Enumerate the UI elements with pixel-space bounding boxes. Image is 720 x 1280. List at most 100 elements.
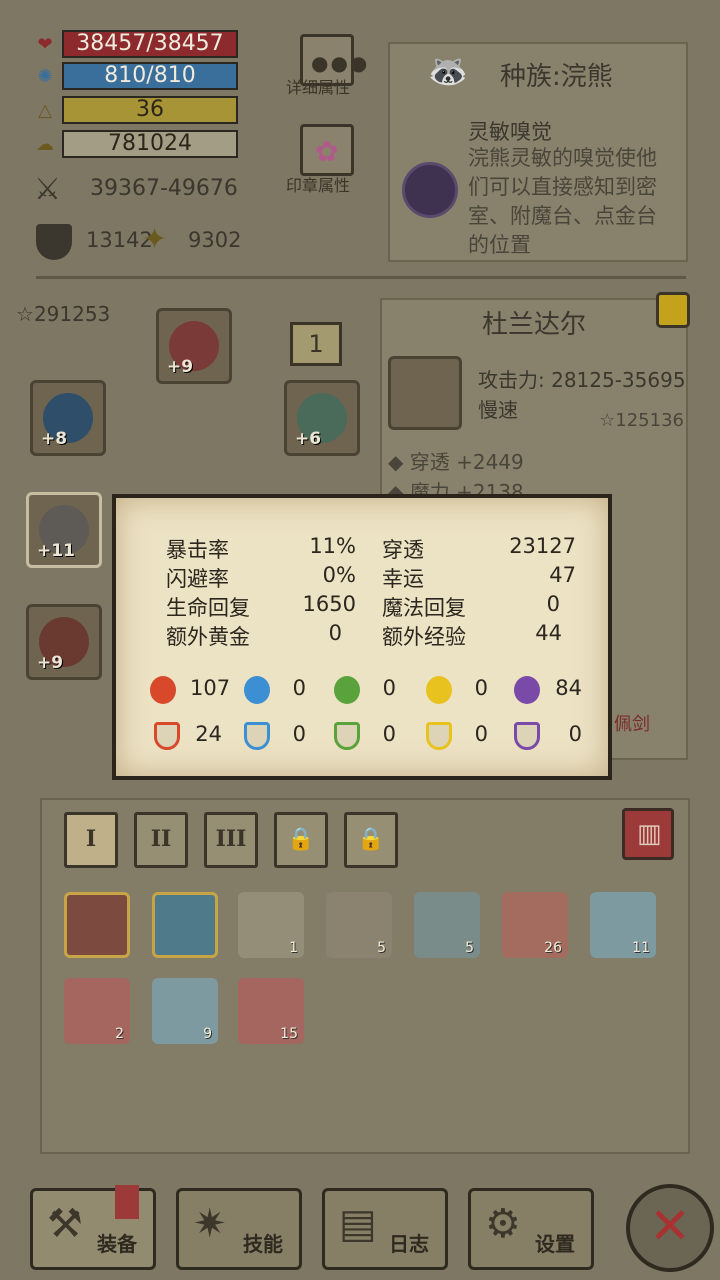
equip-slot-weapon[interactable]: +11 <box>26 492 102 568</box>
inventory-item[interactable]: 1 <box>238 892 304 958</box>
gold-icon: ☁ <box>36 134 54 155</box>
race-skill-desc: 浣熊灵敏的嗅觉使他 们可以直接感知到密 室、附魔台、点金台 的位置 <box>468 144 657 260</box>
fire-resist-icon <box>154 722 180 750</box>
detail-attr-label: 详细属性 <box>286 78 351 97</box>
close-icon: ✕ <box>649 1197 691 1255</box>
seal-attr-label: 印章属性 <box>286 176 351 195</box>
desc-line: 的位置 <box>468 233 531 257</box>
magic-value: 9302 <box>188 228 242 252</box>
hp-regen-value: 1650 <box>302 592 356 616</box>
scroll-icon: ▤ <box>339 1201 377 1247</box>
luck-label: 幸运 <box>382 567 424 591</box>
weapon-speed: 慢速 <box>478 398 518 422</box>
equip-slot-boots[interactable]: +9 <box>26 604 102 680</box>
desc-line: 浣熊灵敏的嗅觉使他 <box>468 146 657 170</box>
equip-slot-head[interactable]: +9 <box>156 308 232 384</box>
tab-locked-2[interactable]: 🔒 <box>344 812 398 868</box>
mana-icon: ✺ <box>37 66 53 87</box>
inventory-item[interactable]: 5 <box>326 892 392 958</box>
mp-regen-value: 0 <box>546 592 560 616</box>
axe-icon: ⚒ <box>47 1201 83 1247</box>
light-attack-value: 0 <box>474 676 488 700</box>
inventory-item[interactable] <box>152 892 218 958</box>
weapon-score-value: 125136 <box>615 410 684 431</box>
fire-attack-icon <box>150 676 176 704</box>
hp-bar: 38457/38457 <box>62 30 238 58</box>
divider <box>36 276 686 279</box>
water-attack-icon <box>244 676 270 704</box>
weapon-icon <box>388 356 462 430</box>
inventory-item[interactable]: 2 <box>64 978 130 1044</box>
inventory-item[interactable]: 26 <box>502 892 568 958</box>
item-count: 9 <box>203 1026 212 1042</box>
slot-level: +9 <box>167 357 194 377</box>
close-button[interactable]: ✕ <box>626 1184 714 1272</box>
equip-score: ☆291253 <box>16 302 111 326</box>
trash-button[interactable]: ▥ <box>622 808 674 860</box>
inventory-item[interactable]: 9 <box>152 978 218 1044</box>
mp-bar: 810/810 <box>62 62 238 90</box>
tab-page-3[interactable]: III <box>204 812 258 868</box>
nav-log-label: 日志 <box>389 1232 429 1256</box>
nav-settings[interactable]: ⚙ 设置 <box>468 1188 594 1270</box>
slot-level: +9 <box>37 653 64 673</box>
tab-page-1[interactable]: I <box>64 812 118 868</box>
inventory-item[interactable]: 5 <box>414 892 480 958</box>
lock-icon[interactable] <box>656 292 690 328</box>
equip-slot-amulet[interactable]: +6 <box>284 380 360 456</box>
trash-icon: ▥ <box>637 819 662 849</box>
water-resist-value: 0 <box>292 722 306 746</box>
nav-settings-label: 设置 <box>535 1232 575 1256</box>
slot-counter[interactable]: 1 <box>290 322 342 366</box>
crit-value: 11% <box>309 534 356 558</box>
luck-value: 47 <box>549 563 576 587</box>
fire-attack-value: 107 <box>190 676 231 700</box>
item-count: 5 <box>465 940 474 956</box>
nature-attack-icon <box>334 676 360 704</box>
nav-skills[interactable]: ✷ 技能 <box>176 1188 302 1270</box>
item-count: 1 <box>289 940 298 956</box>
dark-attack-value: 84 <box>555 676 582 700</box>
fire-resist-value: 24 <box>195 722 222 746</box>
nature-resist-value: 0 <box>382 722 396 746</box>
race-skill-name: 灵敏嗅觉 <box>468 120 552 144</box>
padlock-icon: 🔒 <box>287 826 315 852</box>
dark-attack-icon <box>514 676 540 704</box>
nav-equip[interactable]: ⚒ 装备 <box>30 1185 156 1270</box>
tab-page-2[interactable]: II <box>134 812 188 868</box>
item-count: 2 <box>115 1026 124 1042</box>
extra-gold-label: 额外黄金 <box>166 625 250 649</box>
inventory-item[interactable]: 11 <box>590 892 656 958</box>
inventory-item[interactable] <box>64 892 130 958</box>
seal-attr-button[interactable]: ✿ <box>300 124 354 176</box>
dodge-label: 闪避率 <box>166 567 229 591</box>
slot-level: +11 <box>37 541 75 561</box>
weapon-attr-1-text: 穿透 +2449 <box>409 450 524 474</box>
dodge-value: 0% <box>322 563 356 587</box>
equip-slot-shield[interactable]: +8 <box>30 380 106 456</box>
hp-regen-label: 生命回复 <box>166 596 250 620</box>
attack-value: 39367-49676 <box>90 176 238 201</box>
nav-log[interactable]: ▤ 日志 <box>322 1188 448 1270</box>
tab-locked-1[interactable]: 🔒 <box>274 812 328 868</box>
race-title: 种族:浣熊 <box>500 62 613 92</box>
light-attack-icon <box>426 676 452 704</box>
padlock-icon: 🔒 <box>357 826 385 852</box>
weapon-score: ☆125136 <box>599 410 684 431</box>
gold-bar: 781024 <box>62 130 238 158</box>
light-resist-icon <box>426 722 452 750</box>
desc-line: 们可以直接感知到密 <box>468 175 657 199</box>
swords-icon: ⚔ <box>34 172 61 207</box>
light-resist-value: 0 <box>474 722 488 746</box>
item-count: 5 <box>377 940 386 956</box>
extra-exp-value: 44 <box>535 621 562 645</box>
inventory-item[interactable]: 15 <box>238 978 304 1044</box>
slot-level: +6 <box>295 429 322 449</box>
extra-exp-label: 额外经验 <box>382 625 466 649</box>
desc-line: 室、附魔台、点金台 <box>468 204 657 228</box>
race-skill-icon <box>402 162 458 218</box>
mp-regen-label: 魔法回复 <box>382 596 466 620</box>
water-attack-value: 0 <box>292 676 306 700</box>
item-count: 26 <box>544 940 562 956</box>
nature-resist-icon <box>334 722 360 750</box>
